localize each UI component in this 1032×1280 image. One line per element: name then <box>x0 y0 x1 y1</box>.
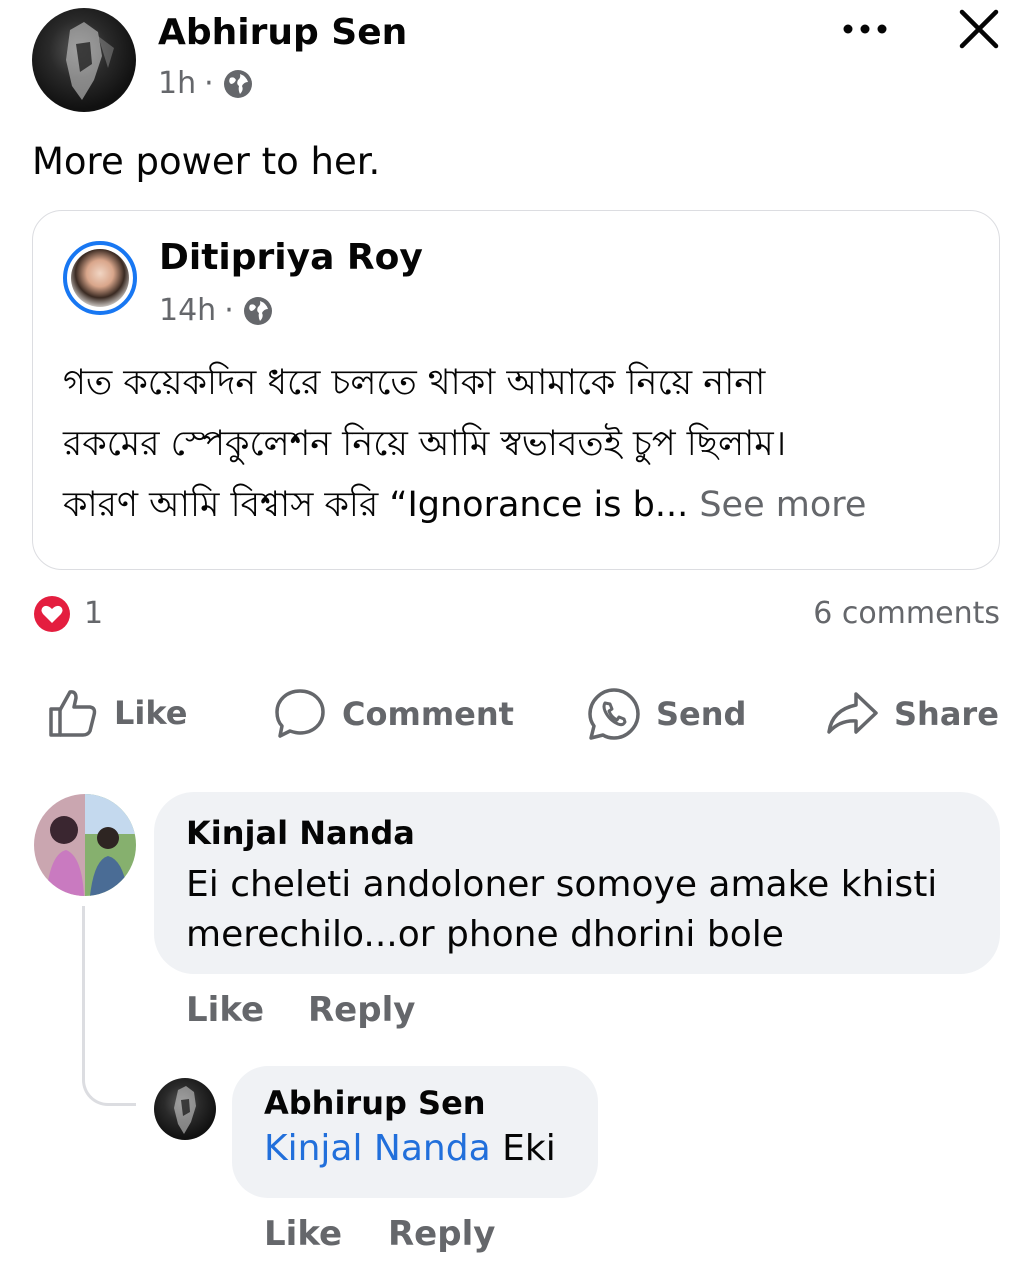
comment-reply-button[interactable]: Reply <box>308 990 415 1030</box>
whatsapp-icon <box>586 686 642 742</box>
reply-mention-link[interactable]: Kinjal Nanda <box>264 1128 491 1169</box>
thread-connector-line <box>82 906 136 1106</box>
comment-bubble[interactable]: Kinjal Nanda Ei cheleti andoloner somoye… <box>154 792 1000 974</box>
reply-bubble[interactable]: Abhirup Sen Kinjal Nanda Eki <box>232 1066 598 1198</box>
shared-post-line-3: কারণ আমি বিশ্বাস করি “Ignorance is b... … <box>63 475 866 536</box>
see-more-link[interactable]: See more <box>699 485 866 525</box>
thumbs-up-icon <box>46 686 100 740</box>
shared-post-line-3-text: কারণ আমি বিশ্বাস করি “Ignorance is b... <box>63 485 689 525</box>
send-button[interactable]: Send <box>586 686 746 742</box>
reply-author-avatar[interactable] <box>154 1078 216 1140</box>
post-text: More power to her. <box>32 140 381 183</box>
like-label: Like <box>114 694 188 732</box>
close-icon[interactable] <box>954 4 1004 54</box>
globe-icon <box>222 68 254 100</box>
shared-author-avatar[interactable] <box>63 241 137 315</box>
commenter-avatar[interactable] <box>34 794 136 896</box>
reaction-heart-icon[interactable] <box>30 592 74 636</box>
post-author-name[interactable]: Abhirup Sen <box>158 12 407 53</box>
more-horizontal-icon[interactable] <box>838 12 892 46</box>
send-label: Send <box>656 695 747 733</box>
post-time[interactable]: 1h <box>158 66 196 101</box>
globe-icon <box>242 295 274 327</box>
reply-author-name[interactable]: Abhirup Sen <box>264 1084 566 1122</box>
shared-post-line-1: গত কয়েকদিন ধরে চলতে থাকা আমাকে নিয়ে না… <box>63 363 766 403</box>
reply-reply-button[interactable]: Reply <box>388 1214 495 1254</box>
share-arrow-icon <box>824 686 880 742</box>
share-label: Share <box>894 695 999 733</box>
comment-text: Ei cheleti andoloner somoye amake khisti… <box>186 864 938 955</box>
comment-like-button[interactable]: Like <box>186 990 264 1030</box>
comments-count[interactable]: 6 comments <box>813 596 1000 631</box>
reply-text-body: Eki <box>490 1128 556 1169</box>
meta-separator: · <box>224 293 234 328</box>
like-button[interactable]: Like <box>46 686 187 740</box>
comment-button[interactable]: Comment <box>272 686 514 742</box>
share-button[interactable]: Share <box>824 686 999 742</box>
comment-author-name[interactable]: Kinjal Nanda <box>186 814 968 852</box>
shared-post-meta: 14h · <box>159 293 274 328</box>
reactions-count[interactable]: 1 <box>84 596 103 631</box>
shared-author-name[interactable]: Ditipriya Roy <box>159 237 423 278</box>
reply-text: Kinjal Nanda Eki <box>264 1124 566 1174</box>
shared-post-card[interactable]: Ditipriya Roy 14h · গত কয়েকদিন ধরে চলতে… <box>32 210 1000 570</box>
post-meta: 1h · <box>158 66 254 101</box>
meta-separator: · <box>204 66 214 101</box>
shared-post-time[interactable]: 14h <box>159 293 216 328</box>
reply-like-button[interactable]: Like <box>264 1214 342 1254</box>
shared-post-line-2: রকমের স্পেকুলেশন নিয়ে আমি স্বভাবতই চুপ … <box>63 424 787 464</box>
comment-label: Comment <box>342 695 514 733</box>
comment-bubble-icon <box>272 686 328 742</box>
post-author-avatar[interactable] <box>32 8 136 112</box>
